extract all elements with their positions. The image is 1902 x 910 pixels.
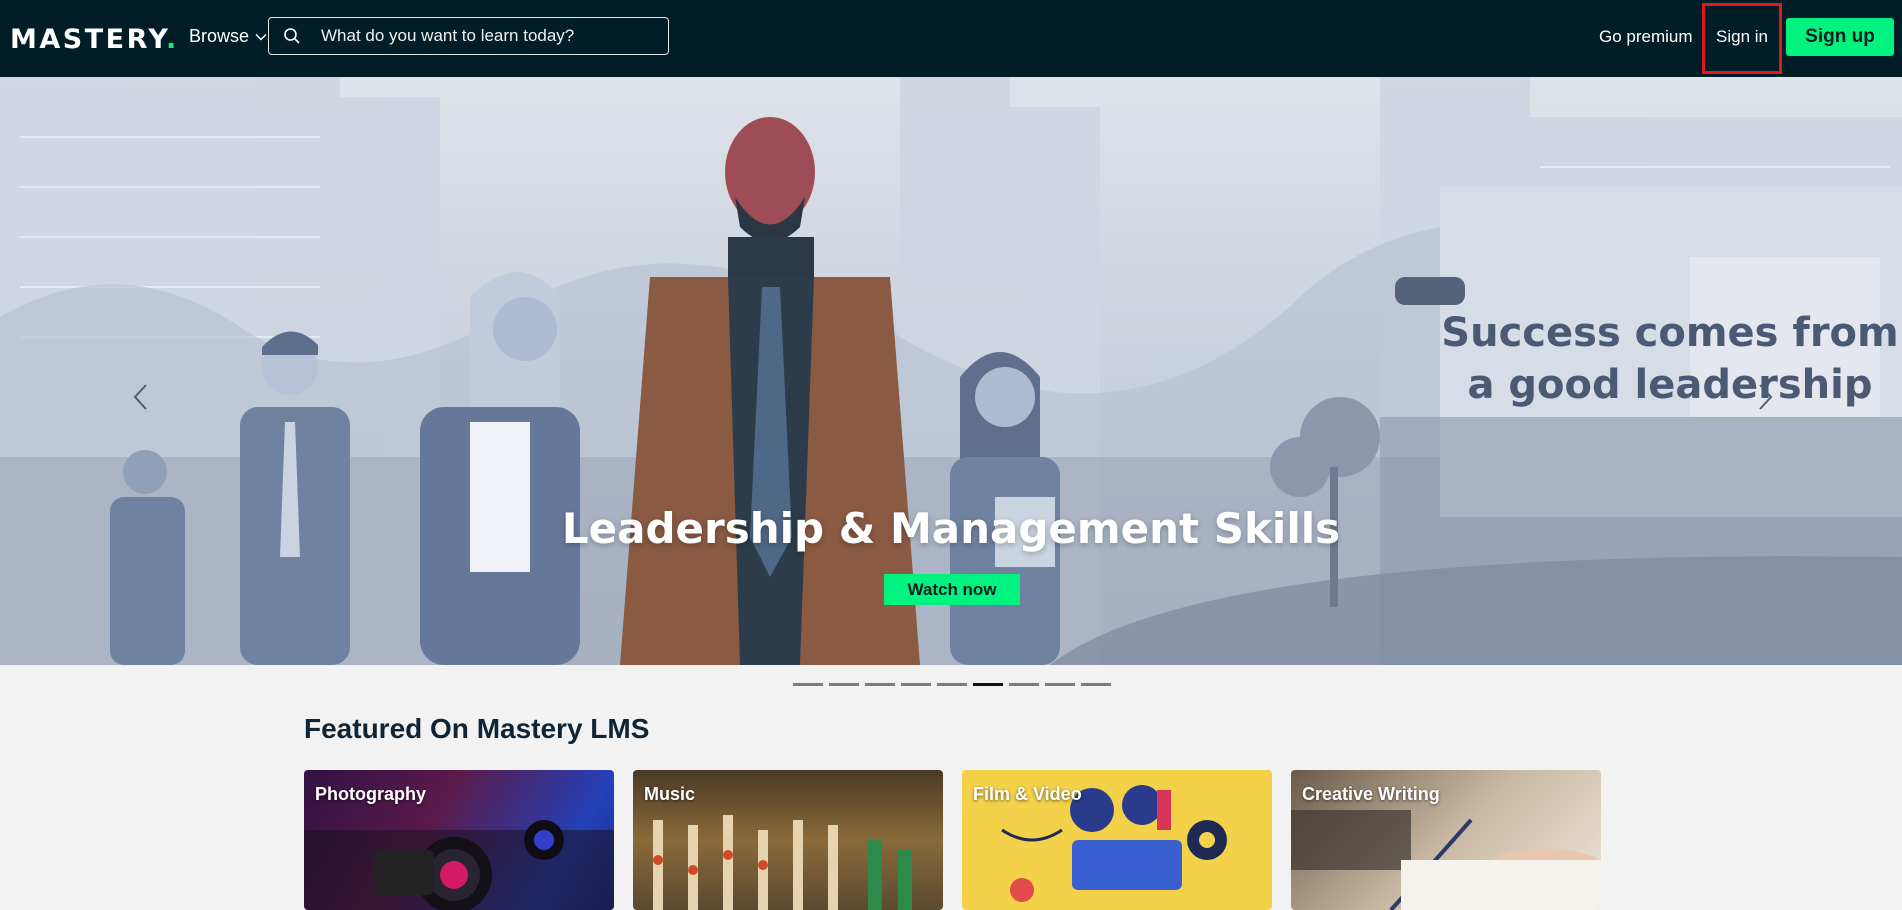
tagline-line-1: Success comes from xyxy=(1441,310,1899,356)
featured-cards: Photography Music Film & Video Creative … xyxy=(304,770,1601,910)
featured-card-photography[interactable]: Photography xyxy=(304,770,614,910)
browse-label: Browse xyxy=(189,26,250,46)
carousel-prev-icon[interactable] xyxy=(128,377,154,417)
featured-card-music[interactable]: Music xyxy=(633,770,943,910)
carousel-dot-7[interactable] xyxy=(1009,683,1039,686)
carousel-dot-9[interactable] xyxy=(1081,683,1111,686)
featured-heading: Featured On Mastery LMS xyxy=(304,713,650,744)
go-premium-link[interactable]: Go premium xyxy=(1599,27,1693,47)
tagline-line-2: a good leadership xyxy=(1467,362,1873,408)
carousel-dot-4[interactable] xyxy=(901,683,931,686)
featured-card-film-video[interactable]: Film & Video xyxy=(962,770,1272,910)
chevron-down-icon xyxy=(255,33,267,40)
card-label: Photography xyxy=(315,784,426,804)
featured-card-creative-writing[interactable]: Creative Writing xyxy=(1291,770,1601,910)
watch-now-button[interactable]: Watch now xyxy=(884,574,1020,605)
logo-dot: . xyxy=(165,24,179,55)
carousel-indicators xyxy=(793,683,1111,686)
logo[interactable]: MASTERY. xyxy=(10,24,179,55)
search-bar[interactable] xyxy=(268,17,669,55)
search-input[interactable] xyxy=(321,26,661,46)
logo-text: MASTERY xyxy=(10,24,166,55)
top-nav: MASTERY. Browse Go premium Sign in Sign … xyxy=(0,0,1902,77)
card-label: Creative Writing xyxy=(1302,784,1440,804)
carousel-dot-5[interactable] xyxy=(937,683,967,686)
hero-tagline: Success comes from a good leadership xyxy=(1440,307,1900,411)
carousel-dot-2[interactable] xyxy=(829,683,859,686)
carousel-dot-1[interactable] xyxy=(793,683,823,686)
carousel-dot-8[interactable] xyxy=(1045,683,1075,686)
browse-menu[interactable]: Browse xyxy=(189,26,267,47)
carousel-dot-6[interactable] xyxy=(973,683,1003,686)
hero-carousel: Success comes from a good leadership Lea… xyxy=(0,77,1902,665)
search-icon xyxy=(284,28,300,44)
carousel-dot-3[interactable] xyxy=(865,683,895,686)
card-label: Film & Video xyxy=(973,784,1082,804)
card-label: Music xyxy=(644,784,696,804)
sign-in-button[interactable]: Sign in xyxy=(1716,27,1768,47)
hero-title: Leadership & Management Skills xyxy=(561,504,1341,553)
sign-up-button[interactable]: Sign up xyxy=(1786,18,1894,56)
